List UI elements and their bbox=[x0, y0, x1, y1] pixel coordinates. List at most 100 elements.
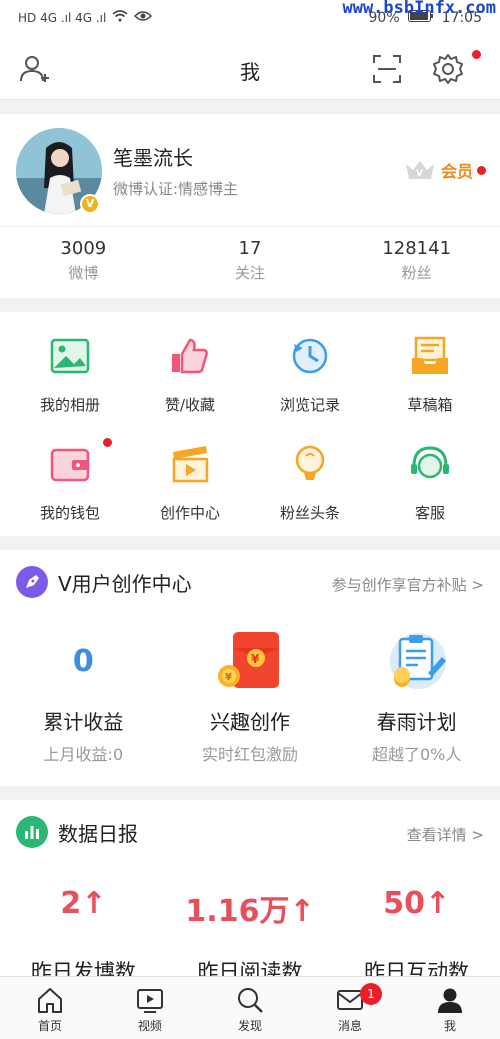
status-bar: HD 4G .ıl 4G .ıl 90% 17:05 www.bsbInfx.c… bbox=[0, 0, 500, 36]
watermark: www.bsbInfx.com bbox=[342, 0, 496, 18]
grid-item-label: 我的钱包 bbox=[39, 504, 100, 522]
view-details-link[interactable]: 查看详情 > bbox=[407, 824, 484, 845]
profile-card[interactable]: V 笔墨流长 微博认证:情感博主 V 会员 3009 微博 17 关注 1281… bbox=[0, 114, 500, 298]
grid-item-label: 草稿箱 bbox=[407, 396, 453, 414]
scan-icon[interactable] bbox=[370, 52, 404, 86]
wifi-icon bbox=[112, 10, 128, 25]
tab-messages[interactable]: 消息 1 bbox=[300, 977, 400, 1039]
report-value-interactions[interactable]: 50↑ bbox=[333, 886, 500, 930]
tab-label: 我 bbox=[443, 1019, 456, 1033]
stat-fans[interactable]: 128141 粉丝 bbox=[333, 238, 500, 283]
grid-item-drafts[interactable]: 草稿箱 bbox=[370, 334, 490, 414]
grid-item-history[interactable]: 浏览记录 bbox=[250, 334, 370, 414]
member-label: 会员 bbox=[440, 162, 473, 181]
creator-item-subtitle: 超越了0%人 bbox=[371, 745, 462, 764]
creator-center-title: V用户创作中心 bbox=[58, 571, 192, 596]
data-report-card: 数据日报 查看详情 > 2↑ 1.16万↑ 50↑ 昨日发博数 昨日阅读数 昨日… bbox=[0, 800, 500, 1000]
creator-item-subtitle: 实时红包激励 bbox=[202, 745, 299, 764]
creator-item-title: 兴趣创作 bbox=[210, 710, 290, 734]
stat-label: 粉丝 bbox=[401, 264, 432, 282]
pen-nib-icon bbox=[16, 566, 48, 598]
member-notification-dot bbox=[477, 165, 486, 175]
eye-icon bbox=[134, 10, 153, 25]
grid-item-label: 赞/收藏 bbox=[164, 396, 216, 414]
crown-icon: V bbox=[403, 158, 437, 182]
data-report-title: 数据日报 bbox=[58, 821, 138, 846]
verification-text: 微博认证:情感博主 bbox=[113, 180, 239, 198]
grid-item-label: 我的相册 bbox=[39, 396, 100, 414]
stat-number: 3009 bbox=[60, 238, 107, 259]
status-left: HD 4G .ıl 4G .ıl bbox=[18, 10, 153, 25]
tab-label: 发现 bbox=[237, 1019, 262, 1033]
report-value-reads[interactable]: 1.16万↑ bbox=[167, 886, 334, 930]
function-grid-card: 我的相册 赞/收藏 浏览记录 草稿箱 我的钱包 创作中心 粉丝头条 客服 bbox=[0, 312, 500, 536]
profile-divider bbox=[0, 226, 500, 227]
tab-discover[interactable]: 发现 bbox=[200, 977, 300, 1039]
svg-text:¥: ¥ bbox=[251, 652, 260, 666]
svg-text:V: V bbox=[416, 169, 423, 179]
clock-history-icon bbox=[288, 334, 332, 378]
stat-label: 微博 bbox=[68, 264, 99, 282]
creator-item-interest[interactable]: ¥ ¥ 兴趣创作 实时红包激励 bbox=[167, 628, 334, 765]
tab-label: 首页 bbox=[37, 1019, 62, 1033]
bar-chart-icon bbox=[16, 816, 48, 848]
creator-item-title: 累计收益 bbox=[43, 710, 124, 734]
data-report-header: 数据日报 bbox=[16, 816, 138, 848]
settings-notification-dot bbox=[472, 50, 481, 59]
stat-number: 128141 bbox=[382, 238, 452, 259]
settings-gear-icon[interactable] bbox=[431, 52, 465, 86]
grid-item-fans-headline[interactable]: 粉丝头条 bbox=[250, 442, 370, 522]
creator-center-header: V用户创作中心 bbox=[16, 566, 192, 598]
grid-item-likes[interactable]: 赞/收藏 bbox=[130, 334, 250, 414]
report-value-posts[interactable]: 2↑ bbox=[0, 886, 167, 930]
stat-number: 17 bbox=[238, 238, 262, 259]
signal-indicators: HD 4G .ıl 4G .ıl bbox=[18, 10, 107, 25]
grid-item-album[interactable]: 我的相册 bbox=[10, 334, 130, 414]
search-icon bbox=[238, 988, 263, 1013]
thumbs-up-icon bbox=[168, 334, 212, 378]
wallet-icon bbox=[48, 442, 92, 486]
grid-item-label: 创作中心 bbox=[159, 504, 220, 522]
creator-item-subtitle: 上月收益:0 bbox=[43, 745, 124, 764]
photo-album-icon bbox=[48, 334, 92, 378]
bottom-nav: 首页 视频 发现 消息 1 我 bbox=[0, 976, 500, 1039]
creator-items: 0 累计收益 上月收益:0 ¥ ¥ 兴趣创作 实时红包激励 春雨计划 超越了0%人 bbox=[0, 628, 500, 765]
verified-v-badge: V bbox=[80, 194, 100, 214]
tab-label: 视频 bbox=[137, 1019, 162, 1033]
creator-item-title: 春雨计划 bbox=[376, 710, 457, 734]
wallet-notification-dot bbox=[103, 438, 112, 447]
tab-me[interactable]: 我 bbox=[400, 977, 500, 1039]
message-count-badge: 1 bbox=[360, 983, 382, 1005]
function-grid: 我的相册 赞/收藏 浏览记录 草稿箱 我的钱包 创作中心 粉丝头条 客服 bbox=[10, 334, 490, 522]
lightbulb-icon bbox=[288, 442, 332, 486]
tab-label: 消息 bbox=[337, 1019, 362, 1033]
member-entry[interactable]: V 会员 bbox=[403, 158, 486, 182]
top-header: 我 bbox=[0, 36, 500, 100]
svg-text:¥: ¥ bbox=[225, 672, 232, 683]
video-icon bbox=[137, 989, 163, 1013]
grid-item-customer-service[interactable]: 客服 bbox=[370, 442, 490, 522]
user-name[interactable]: 笔墨流长 bbox=[113, 142, 193, 171]
clapperboard-icon bbox=[168, 442, 212, 486]
tab-video[interactable]: 视频 bbox=[100, 977, 200, 1039]
grid-item-wallet[interactable]: 我的钱包 bbox=[10, 438, 130, 522]
stat-label: 关注 bbox=[235, 264, 266, 282]
earnings-value: 0 bbox=[72, 643, 94, 679]
report-values: 2↑ 1.16万↑ 50↑ bbox=[0, 886, 500, 930]
page-title: 我 bbox=[240, 60, 260, 84]
creator-subsidy-link[interactable]: 参与创作享官方补贴 > bbox=[332, 574, 484, 595]
tab-home[interactable]: 首页 bbox=[0, 977, 100, 1039]
red-envelope-icon: ¥ ¥ bbox=[167, 628, 334, 694]
user-icon bbox=[438, 988, 462, 1013]
creator-center-card: V用户创作中心 参与创作享官方补贴 > 0 累计收益 上月收益:0 ¥ ¥ 兴趣创… bbox=[0, 550, 500, 786]
stat-weibo[interactable]: 3009 微博 bbox=[0, 238, 167, 283]
creator-item-spring-rain[interactable]: 春雨计划 超越了0%人 bbox=[333, 628, 500, 765]
headset-icon bbox=[408, 442, 452, 486]
grid-item-creator[interactable]: 创作中心 bbox=[130, 442, 250, 522]
clipboard-plan-icon bbox=[333, 628, 500, 694]
creator-item-earnings[interactable]: 0 累计收益 上月收益:0 bbox=[0, 628, 167, 765]
draft-box-icon bbox=[408, 334, 452, 378]
stats-row: 3009 微博 17 关注 128141 粉丝 bbox=[0, 238, 500, 283]
grid-item-label: 粉丝头条 bbox=[279, 504, 340, 522]
stat-following[interactable]: 17 关注 bbox=[167, 238, 334, 283]
